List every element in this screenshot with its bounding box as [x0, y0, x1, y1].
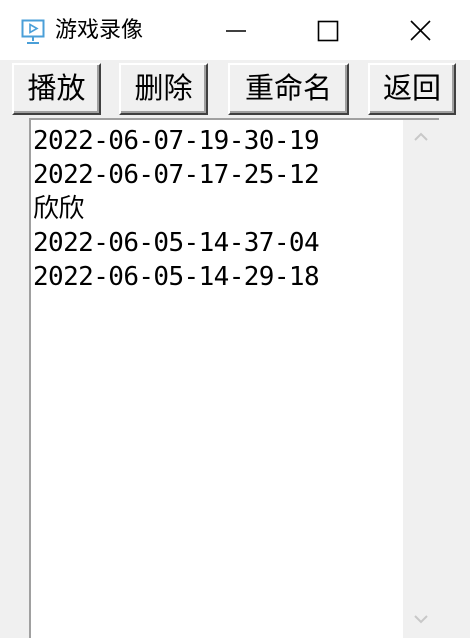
- vertical-scrollbar[interactable]: [403, 120, 439, 638]
- scroll-down-button[interactable]: [403, 604, 439, 638]
- chevron-down-icon: [414, 615, 428, 624]
- maximize-icon: [317, 20, 339, 42]
- list-item[interactable]: 2022-06-05-14-37-04: [33, 226, 401, 260]
- video-playback-icon: [21, 19, 45, 45]
- chevron-up-icon: [414, 132, 428, 141]
- maximize-button[interactable]: [282, 0, 374, 60]
- recordings-list[interactable]: 2022-06-07-19-30-19 2022-06-07-17-25-12 …: [29, 118, 439, 638]
- list-item[interactable]: 2022-06-07-17-25-12: [33, 158, 401, 192]
- minimize-icon: [226, 30, 246, 32]
- close-button[interactable]: [374, 0, 466, 60]
- back-button[interactable]: 返回: [368, 63, 456, 115]
- window-title: 游戏录像: [55, 18, 144, 43]
- recordings-list-items: 2022-06-07-19-30-19 2022-06-07-17-25-12 …: [33, 124, 401, 294]
- list-item[interactable]: 2022-06-07-19-30-19: [33, 124, 401, 158]
- play-button[interactable]: 播放: [12, 63, 101, 115]
- delete-button[interactable]: 删除: [119, 63, 208, 115]
- close-icon: [410, 20, 431, 41]
- list-item[interactable]: 欣欣: [33, 192, 401, 226]
- rename-button[interactable]: 重命名: [228, 63, 349, 115]
- title-bar[interactable]: 游戏录像: [0, 0, 470, 60]
- game-recordings-window: 游戏录像 播放 删除 重命名 返回 2022-06-07-19-30-19 20…: [0, 0, 470, 638]
- list-item[interactable]: 2022-06-05-14-29-18: [33, 260, 401, 294]
- minimize-button[interactable]: [190, 0, 282, 60]
- scroll-up-button[interactable]: [403, 120, 439, 156]
